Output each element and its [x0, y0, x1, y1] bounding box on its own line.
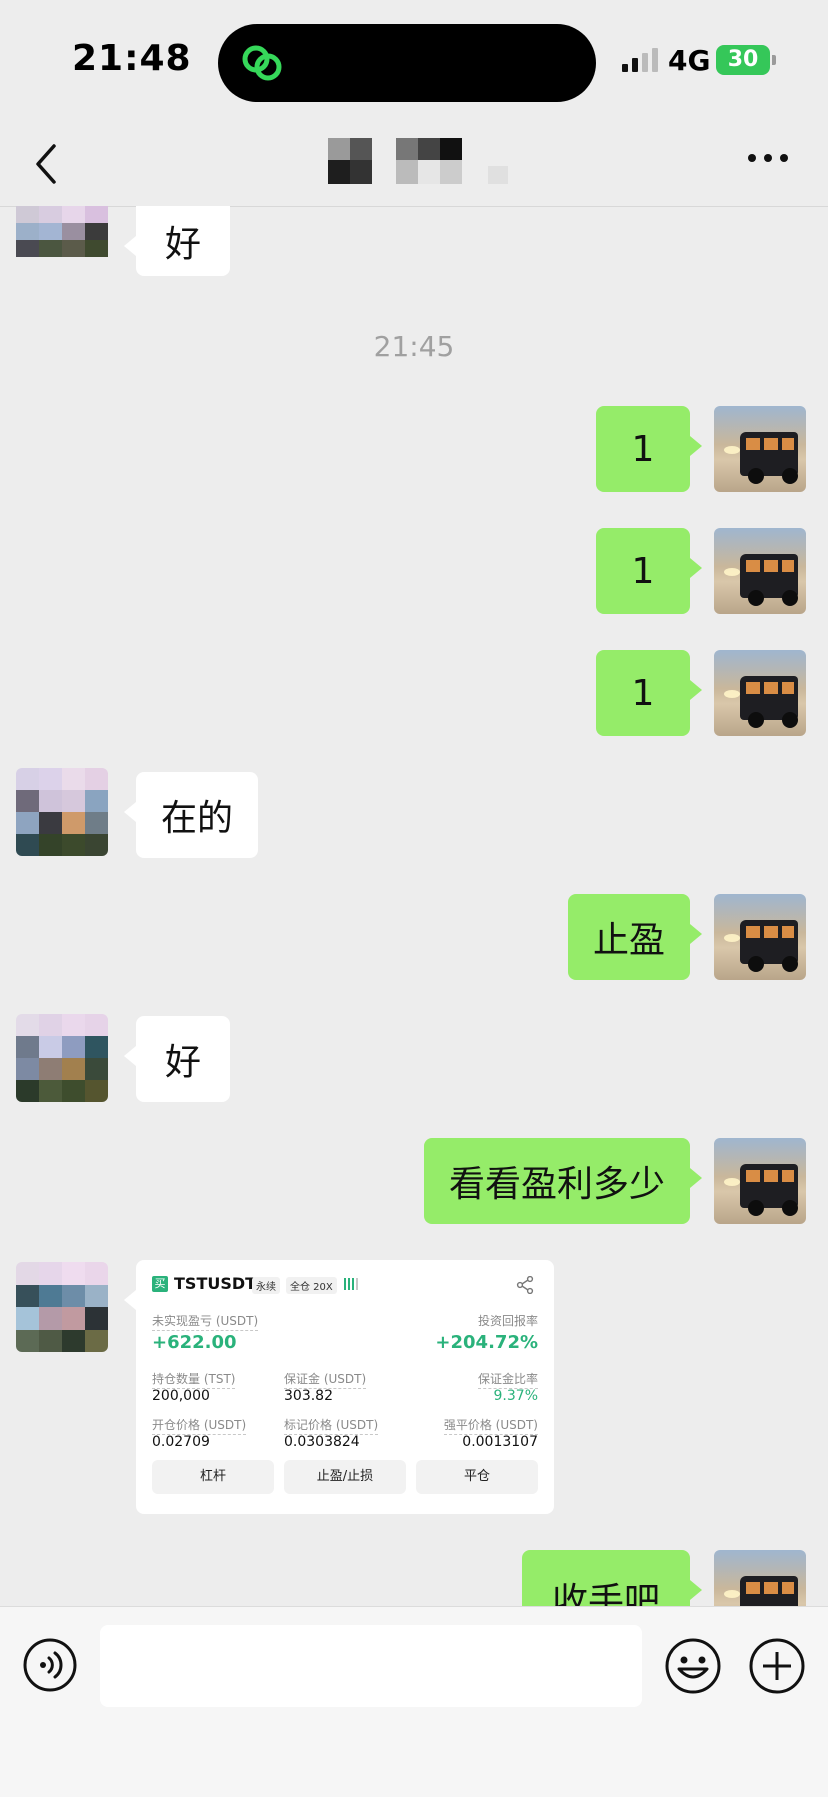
- dynamic-island: [218, 24, 596, 102]
- avatar[interactable]: [714, 528, 806, 614]
- message-bubble[interactable]: 看看盈利多少: [424, 1138, 702, 1224]
- liq-price-label: 强平价格 (USDT): [443, 1416, 538, 1435]
- margin-value: 303.82: [284, 1388, 333, 1404]
- avatar[interactable]: [16, 1262, 108, 1352]
- message-bubble[interactable]: 1: [596, 650, 702, 736]
- message-bubble[interactable]: 1: [596, 528, 702, 614]
- leverage-button[interactable]: 杠杆: [152, 1460, 274, 1494]
- margin-label: 保证金 (USDT): [284, 1370, 367, 1389]
- message-text: 1: [631, 672, 655, 714]
- position-size: 200,000: [152, 1388, 210, 1404]
- link-icon: [242, 45, 282, 81]
- message-text: 1: [631, 550, 655, 592]
- battery-level: 30: [716, 45, 770, 75]
- chat-input-bar: [0, 1606, 828, 1797]
- roi-label: 投资回报率: [477, 1314, 538, 1328]
- liq-price: 0.0013107: [462, 1434, 538, 1450]
- avatar[interactable]: [16, 768, 108, 856]
- avatar[interactable]: [714, 894, 806, 980]
- chat-title-pixelated: [328, 138, 508, 184]
- network-type: 4G: [668, 44, 711, 77]
- message-bubble[interactable]: 在的: [124, 772, 258, 858]
- message-bubble[interactable]: 1: [596, 406, 702, 492]
- avatar[interactable]: [16, 206, 108, 274]
- chat-header: [0, 112, 828, 207]
- message-text: 止盈: [592, 920, 665, 961]
- more-dots-icon[interactable]: [746, 152, 790, 164]
- message-bubble[interactable]: 好: [124, 206, 230, 276]
- battery-cap: [772, 55, 776, 65]
- voice-icon[interactable]: [22, 1637, 78, 1693]
- margin-ratio-label: 保证金比率: [477, 1370, 538, 1389]
- margin-ratio: 9.37%: [493, 1388, 538, 1404]
- mark-price: 0.0303824: [284, 1434, 360, 1450]
- chevron-left-icon[interactable]: [30, 142, 66, 186]
- signal-icon: [622, 48, 658, 72]
- close-position-button[interactable]: 平仓: [416, 1460, 538, 1494]
- emoji-icon[interactable]: [664, 1637, 722, 1695]
- message-text: 好: [164, 1042, 201, 1083]
- contract-type-tag: 永续: [252, 1277, 280, 1294]
- entry-price: 0.02709: [152, 1434, 210, 1450]
- message-bubble[interactable]: 止盈: [568, 894, 702, 980]
- chat-timestamp: 21:45: [373, 330, 455, 363]
- unrealized-pnl: +622.00: [152, 1332, 237, 1353]
- avatar[interactable]: [714, 650, 806, 736]
- avatar[interactable]: [714, 406, 806, 492]
- plus-icon[interactable]: [748, 1637, 806, 1695]
- strength-bars-icon: [344, 1278, 358, 1290]
- margin-mode-tag: 全仓 20X: [286, 1277, 337, 1294]
- tp-sl-button[interactable]: 止盈/止损: [284, 1460, 406, 1494]
- status-time: 21:48: [72, 38, 192, 79]
- message-text: 在的: [160, 798, 233, 839]
- roi-value: +204.72%: [435, 1332, 538, 1353]
- entry-price-label: 开仓价格 (USDT): [152, 1416, 247, 1435]
- mark-price-label: 标记价格 (USDT): [284, 1416, 379, 1435]
- avatar[interactable]: [714, 1138, 806, 1224]
- share-icon[interactable]: [516, 1276, 534, 1294]
- message-bubble[interactable]: 好: [124, 1016, 230, 1102]
- avatar[interactable]: [16, 1014, 108, 1102]
- message-text: 1: [631, 428, 655, 470]
- position-size-label: 持仓数量 (TST): [152, 1370, 236, 1389]
- trade-position-card[interactable]: 买 TSTUSDT 永续 全仓 20X 未实现盈亏 (USDT) +622.00…: [124, 1260, 554, 1514]
- message-input[interactable]: [100, 1625, 642, 1707]
- message-text: 看看盈利多少: [448, 1164, 665, 1205]
- buy-badge: 买: [152, 1276, 168, 1292]
- unrealized-pnl-label: 未实现盈亏 (USDT): [152, 1312, 259, 1331]
- symbol: TSTUSDT: [174, 1274, 257, 1293]
- message-text: 好: [164, 224, 201, 265]
